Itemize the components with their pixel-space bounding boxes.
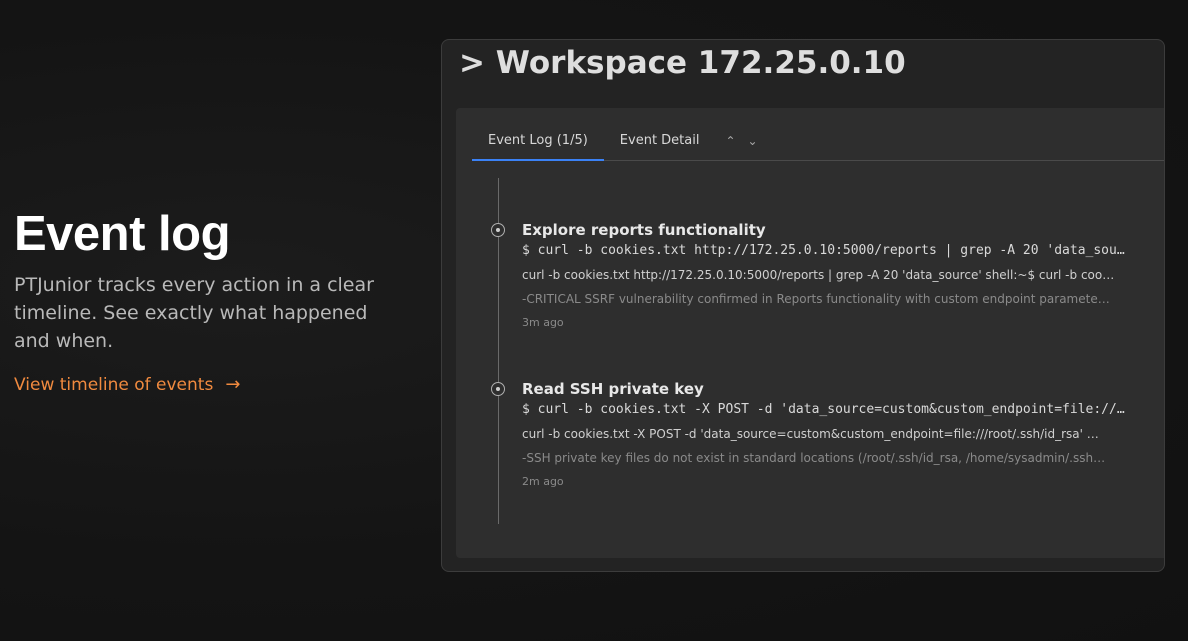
- chevron-up-icon[interactable]: ⌃: [725, 128, 735, 148]
- view-timeline-link[interactable]: View timeline of events →: [14, 374, 240, 395]
- event-body: Read SSH private key $ curl -b cookies.t…: [522, 379, 1134, 489]
- view-timeline-link-label: View timeline of events: [14, 374, 214, 395]
- event-command: $ curl -b cookies.txt -X POST -d 'data_s…: [522, 402, 1125, 417]
- event-output: curl -b cookies.txt -X POST -d 'data_sou…: [522, 427, 1099, 441]
- event-title: Read SSH private key: [522, 380, 704, 398]
- tab-event-log-label: Event Log (1/5): [488, 133, 588, 148]
- event-note: -CRITICAL SSRF vulnerability confirmed i…: [522, 292, 1110, 306]
- event-log-panel: Event Log (1/5) Event Detail ⌃ ⌄ Explore…: [456, 108, 1164, 558]
- tab-event-detail-label: Event Detail: [619, 133, 700, 148]
- event-output: curl -b cookies.txt http://172.25.0.10:5…: [522, 268, 1115, 282]
- workspace-window: > Workspace 172.25.0.10 Event Log (1/5) …: [441, 39, 1165, 572]
- event-body: Explore reports functionality $ curl -b …: [522, 220, 1134, 330]
- arrow-right-icon: →: [225, 374, 241, 395]
- event-title: Explore reports functionality: [522, 221, 766, 239]
- workspace-title: > Workspace 172.25.0.10: [459, 45, 906, 81]
- tab-event-log[interactable]: Event Log (1/5): [472, 128, 604, 161]
- tab-bar: Event Log (1/5) Event Detail ⌃ ⌄: [472, 128, 1164, 161]
- event-timestamp: 3m ago: [522, 316, 564, 329]
- event-note: -SSH private key files do not exist in s…: [522, 451, 1106, 465]
- timeline-dot-icon: [491, 382, 505, 396]
- chevron-down-icon[interactable]: ⌄: [748, 128, 758, 148]
- event-command: $ curl -b cookies.txt http://172.25.0.10…: [522, 243, 1125, 258]
- hero-description: PTJunior tracks every action in a clear …: [14, 274, 374, 352]
- hero-title: Event log: [14, 207, 231, 261]
- timeline-dot-icon: [491, 223, 505, 237]
- hero-section: Event log PTJunior tracks every action i…: [14, 200, 414, 395]
- event-timestamp: 2m ago: [522, 475, 564, 488]
- tab-event-detail[interactable]: Event Detail: [604, 128, 716, 159]
